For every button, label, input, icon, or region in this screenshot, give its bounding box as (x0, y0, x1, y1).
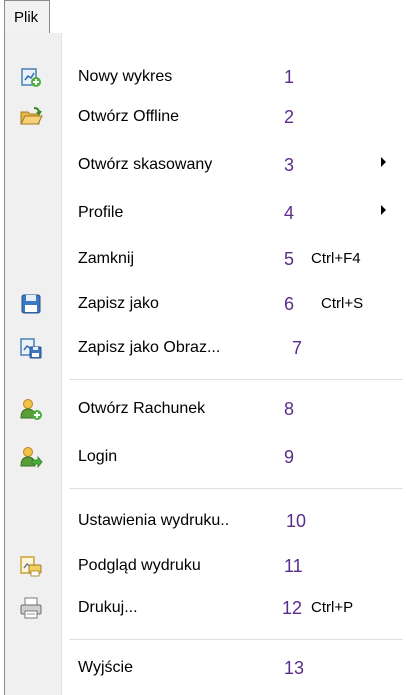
menu-item-label: Zamknij (78, 250, 135, 267)
menu-item-number: 11 (284, 556, 303, 576)
menu-item-open-account[interactable]: Otwórz Rachunek 8 (5, 389, 405, 429)
menu-separator (69, 379, 403, 380)
menu-item-label: Zapisz jako Obraz... (78, 339, 221, 356)
menu-item-number: 6 (284, 294, 295, 314)
menu-item-label: Profile (78, 204, 124, 221)
menu-item-shortcut: Ctrl+S (321, 295, 364, 312)
menu-item-label: Drukuj... (78, 599, 138, 616)
menu-item-new-chart[interactable]: Nowy wykres 1 (5, 57, 405, 97)
menu-item-label: Login (78, 448, 118, 465)
menu-item-exit[interactable]: Wyjście 13 (5, 648, 405, 688)
menu-item-login[interactable]: Login 9 (5, 437, 405, 477)
menu-item-number: 5 (284, 249, 295, 269)
menu-item-number: 9 (284, 447, 295, 467)
printer-icon (19, 596, 43, 620)
print-preview-icon (19, 554, 43, 578)
menu-item-save-as[interactable]: Zapisz jako 6 Ctrl+S (5, 284, 405, 324)
menu-item-number: 10 (286, 511, 307, 531)
menu-tab-plik[interactable]: Plik (4, 0, 50, 34)
menu-item-label: Zapisz jako (78, 295, 159, 312)
floppy-disk-icon (19, 292, 43, 316)
menu-item-profile[interactable]: Profile 4 (5, 193, 405, 233)
menu-item-number: 4 (284, 203, 295, 223)
menu-item-number: 1 (284, 67, 295, 87)
menu-separator (69, 488, 403, 489)
menu-item-shortcut: Ctrl+P (311, 599, 354, 616)
menu-bar: Plik (0, 0, 406, 34)
menu-item-number: 7 (292, 338, 303, 358)
open-folder-icon (19, 105, 43, 129)
submenu-arrow-icon (381, 157, 386, 167)
menu-item-label: Nowy wykres (78, 68, 173, 85)
menu-item-save-as-image[interactable]: Zapisz jako Obraz... 7 (5, 328, 405, 368)
login-user-icon (19, 445, 43, 469)
add-account-icon (19, 397, 43, 421)
menu-item-label: Otwórz Offline (78, 108, 180, 125)
menu-item-label: Podgląd wydruku (78, 557, 201, 574)
new-chart-icon (19, 65, 43, 89)
menu-item-print-preview[interactable]: Podgląd wydruku 11 (5, 546, 405, 586)
menu-item-open-deleted[interactable]: Otwórz skasowany 3 (5, 145, 405, 185)
menu-item-open-offline[interactable]: Otwórz Offline 2 (5, 97, 405, 137)
save-image-icon (19, 336, 43, 360)
menu-separator (69, 639, 403, 640)
menu-tab-label: Plik (14, 9, 39, 26)
menu-item-number: 8 (284, 399, 295, 419)
file-dropdown-menu: Nowy wykres 1 Otwórz Offline 2 Otwórz sk… (4, 33, 406, 695)
menu-item-print[interactable]: Drukuj... 12 Ctrl+P (5, 588, 405, 628)
menu-item-shortcut: Ctrl+F4 (311, 250, 361, 267)
submenu-arrow-icon (381, 205, 386, 215)
menu-item-close[interactable]: Zamknij 5 Ctrl+F4 (5, 239, 405, 279)
menu-item-number: 12 (282, 598, 303, 618)
menu-item-number: 2 (284, 107, 295, 127)
menu-item-print-settings[interactable]: Ustawienia wydruku.. 10 (5, 501, 405, 541)
menu-item-label: Otwórz skasowany (78, 156, 213, 173)
menu-item-label: Wyjście (78, 659, 133, 676)
menu-item-label: Otwórz Rachunek (78, 400, 206, 417)
menu-item-number: 3 (284, 155, 295, 175)
menu-item-label: Ustawienia wydruku.. (78, 512, 230, 529)
application-window: Plik Nowy wykres 1 Otwórz Offline 2 Otwó… (0, 0, 406, 695)
menu-item-number: 13 (284, 658, 305, 678)
